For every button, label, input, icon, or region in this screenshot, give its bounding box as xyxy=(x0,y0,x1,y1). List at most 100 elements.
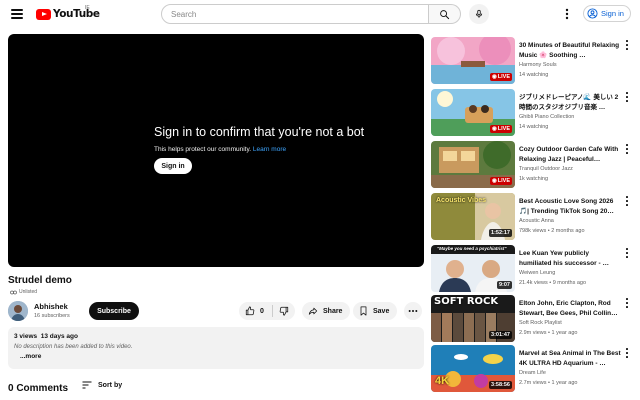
save-button[interactable]: Save xyxy=(353,302,397,320)
more-vert-icon xyxy=(565,8,569,20)
thumbnail-text: SOFT ROCK xyxy=(434,296,499,307)
more-actions-button[interactable] xyxy=(404,302,422,320)
related-video-title[interactable]: Marvel at Sea Animal in The Best 4K ULTR… xyxy=(519,349,623,369)
bot-check-message: Sign in to confirm that you're not a bot… xyxy=(154,125,365,174)
related-video-channel[interactable]: Acoustic Anna xyxy=(519,218,554,224)
channel-name[interactable]: Abhishek xyxy=(34,302,68,311)
share-icon xyxy=(308,307,318,315)
dislike-button[interactable] xyxy=(273,302,295,320)
live-icon: ◉ xyxy=(491,178,497,184)
microphone-icon xyxy=(475,9,483,18)
upload-date: 13 days ago xyxy=(40,333,78,340)
more-vert-icon[interactable] xyxy=(625,196,629,206)
thumbs-down-icon xyxy=(279,306,289,316)
learn-more-link[interactable]: Learn more xyxy=(253,146,286,153)
masthead: YouTube IE Sign in xyxy=(0,0,640,28)
description-text: No description has been added to this vi… xyxy=(14,344,133,350)
more-vert-icon[interactable] xyxy=(625,144,629,154)
duration-badge: 9:07 xyxy=(496,281,512,289)
related-video-title[interactable]: Cozy Outdoor Garden Cafe With Relaxing J… xyxy=(519,145,623,165)
share-label: Share xyxy=(323,307,343,315)
youtube-play-icon xyxy=(36,8,51,20)
video-thumbnail[interactable]: 4K 3:58:56 xyxy=(431,345,515,392)
badge-text: LIVE xyxy=(497,178,510,184)
search-box xyxy=(161,4,461,24)
related-video[interactable]: ◉ LIVE Cozy Outdoor Garden Cafe With Rela… xyxy=(431,141,631,188)
related-video-meta: 2.9m views • 1 year ago xyxy=(519,330,578,336)
save-label: Save xyxy=(373,307,390,315)
view-info: 3 views 13 days ago xyxy=(14,333,418,340)
comments-count: 0 Comments xyxy=(8,383,69,394)
sort-comments-button[interactable]: Sort by xyxy=(82,381,122,389)
related-video-channel[interactable]: Ghibli Piano Collection xyxy=(519,114,574,120)
live-badge: ◉ LIVE xyxy=(489,177,512,185)
visibility-badge: Unlisted xyxy=(10,289,37,295)
related-video-channel[interactable]: Harmony Souls xyxy=(519,62,557,68)
like-dislike-group: 0 xyxy=(239,302,295,320)
related-video-title[interactable]: Best Acoustic Love Song 2026 🎵| Trending… xyxy=(519,197,623,217)
account-circle-icon xyxy=(587,8,598,19)
search-icon xyxy=(440,9,450,19)
video-player[interactable]: Sign in to confirm that you're not a bot… xyxy=(8,34,424,267)
related-video-channel[interactable]: Tranquil Outdoor Jazz xyxy=(519,166,573,172)
live-badge: ◉ LIVE xyxy=(489,125,512,133)
related-video[interactable]: ◉ LIVE ジブリメドレーピアノ🌊 美しい 2時間のスタジオジブリ音楽 … Gh… xyxy=(431,89,631,136)
like-button[interactable]: 0 xyxy=(239,302,272,320)
related-video-title[interactable]: Elton John, Eric Clapton, Rod Stewart, B… xyxy=(519,299,623,319)
show-more-button[interactable]: ...more xyxy=(20,353,418,360)
live-badge: ◉ LIVE xyxy=(489,73,512,81)
player-signin-button[interactable]: Sign in xyxy=(154,158,192,174)
related-video-meta: 798k views • 2 months ago xyxy=(519,228,585,234)
video-thumbnail[interactable]: "Maybe you need a psychiatrist" 9:07 xyxy=(431,245,515,292)
like-count: 0 xyxy=(260,307,264,315)
related-video-channel[interactable]: Weiwen Leung xyxy=(519,270,555,276)
more-horiz-icon xyxy=(408,310,418,312)
video-thumbnail[interactable]: Acoustic Vibes 1:52:17 xyxy=(431,193,515,240)
share-button[interactable]: Share xyxy=(302,302,350,320)
video-thumbnail[interactable]: ◉ LIVE xyxy=(431,37,515,84)
related-video[interactable]: ◉ LIVE 30 Minutes of Beautiful Relaxing M… xyxy=(431,37,631,84)
description-box[interactable]: 3 views 13 days ago No description has b… xyxy=(8,327,424,369)
related-video-meta: 14 watching xyxy=(519,72,549,78)
related-video-title[interactable]: 30 Minutes of Beautiful Relaxing Music 🌸… xyxy=(519,41,623,61)
related-video-meta: 1k watching xyxy=(519,176,549,182)
hamburger-menu-icon[interactable] xyxy=(10,7,24,21)
related-video[interactable]: "Maybe you need a psychiatrist" 9:07 Lee… xyxy=(431,245,631,292)
country-code: IE xyxy=(85,5,90,11)
video-thumbnail[interactable]: ◉ LIVE xyxy=(431,89,515,136)
more-vert-icon[interactable] xyxy=(625,40,629,50)
more-vert-icon[interactable] xyxy=(625,298,629,308)
related-video-title[interactable]: Lee Kuan Yew publicly humiliated his suc… xyxy=(519,249,623,269)
video-thumbnail[interactable]: SOFT ROCK 3:01:47 xyxy=(431,295,515,342)
related-video-meta: 14 watching xyxy=(519,124,549,130)
related-video[interactable]: SOFT ROCK 3:01:47 Elton John, Eric Clapt… xyxy=(431,295,631,342)
subscribe-button[interactable]: Subscribe xyxy=(89,302,139,320)
thumbnail-text: "Maybe you need a psychiatrist" xyxy=(437,246,507,251)
search-button[interactable] xyxy=(429,4,461,24)
visibility-label: Unlisted xyxy=(19,289,38,295)
search-input[interactable] xyxy=(161,4,429,24)
bot-check-title: Sign in to confirm that you're not a bot xyxy=(154,125,365,139)
logo-text: YouTube xyxy=(53,8,100,20)
voice-search-button[interactable] xyxy=(469,4,489,24)
video-title: Strudel demo xyxy=(8,275,72,286)
more-vert-icon[interactable] xyxy=(625,248,629,258)
youtube-logo[interactable]: YouTube xyxy=(36,8,100,20)
thumbs-up-icon xyxy=(245,306,255,316)
related-video-title[interactable]: ジブリメドレーピアノ🌊 美しい 2時間のスタジオジブリ音楽 … xyxy=(519,93,623,113)
more-vert-icon[interactable] xyxy=(625,92,629,102)
related-video[interactable]: 4K 3:58:56 Marvel at Sea Animal in The B… xyxy=(431,345,631,392)
header-signin-button[interactable]: Sign in xyxy=(583,5,631,22)
view-count: 3 views xyxy=(14,333,38,340)
channel-avatar[interactable] xyxy=(8,301,28,321)
related-video-channel[interactable]: Soft Rock Playlist xyxy=(519,320,562,326)
related-video-channel[interactable]: Dream Life xyxy=(519,370,546,376)
badge-text: LIVE xyxy=(497,74,510,80)
sort-icon xyxy=(82,381,92,389)
live-icon: ◉ xyxy=(491,74,497,80)
more-vert-icon[interactable] xyxy=(625,348,629,358)
related-video[interactable]: Acoustic Vibes 1:52:17 Best Acoustic Lov… xyxy=(431,193,631,240)
subscriber-count: 16 subscribers xyxy=(34,313,70,319)
video-thumbnail[interactable]: ◉ LIVE xyxy=(431,141,515,188)
settings-menu-button[interactable] xyxy=(560,7,574,21)
